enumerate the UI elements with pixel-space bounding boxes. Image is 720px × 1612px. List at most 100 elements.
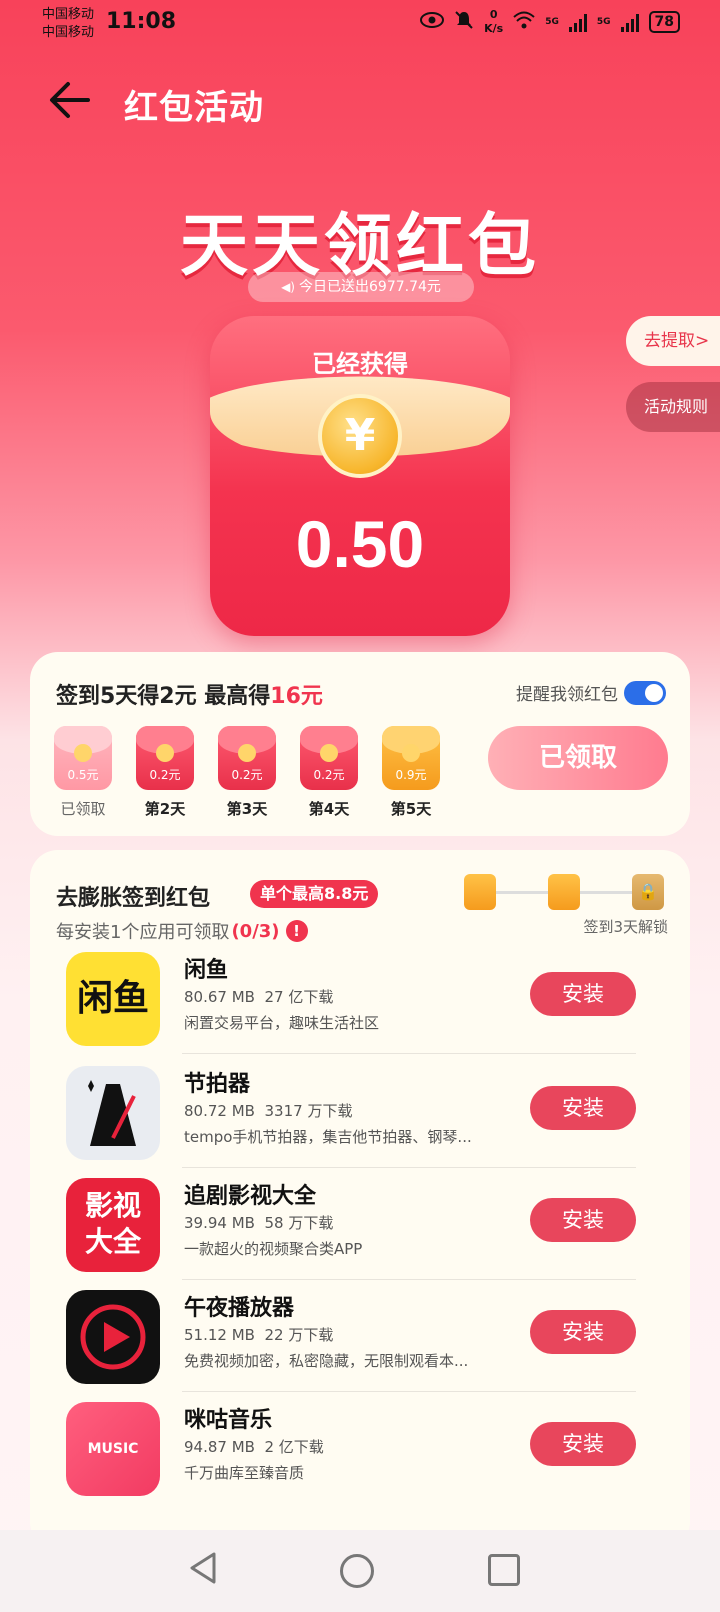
app-name: 追剧影视大全 xyxy=(184,1184,317,1209)
envelope-label: 已经获得 xyxy=(312,350,408,378)
signal-icon-2 xyxy=(620,12,639,32)
app-desc: 免费视频加密，私密隐藏，无限制观看本... xyxy=(184,1352,469,1370)
net-speed-value: 0 xyxy=(489,8,498,21)
step-packet-icon xyxy=(464,874,496,910)
net-speed: 0 K/s xyxy=(484,8,503,36)
day-amount: 0.2元 xyxy=(313,768,345,782)
app-downloads: 2 亿下载 xyxy=(264,1438,324,1456)
claimed-button[interactable]: 已领取 xyxy=(488,726,668,790)
app-name: 节拍器 xyxy=(184,1072,251,1097)
day-label: 第5天 xyxy=(390,800,432,818)
app-downloads: 3317 万下载 xyxy=(264,1102,353,1120)
day-amount: 0.2元 xyxy=(149,768,181,782)
page-title: 红包活动 xyxy=(124,88,264,128)
app-meta: 80.67 MB 27 亿下载 xyxy=(184,986,333,1007)
remind-label: 提醒我领红包 xyxy=(516,685,618,705)
checkin-days: 0.5元 已领取 0.2元 第2天 0.2元 第3天 0.2元 第4天 0.9元… xyxy=(54,726,440,819)
rules-button[interactable]: 活动规则 xyxy=(626,382,720,432)
day-packet: 0.2元 xyxy=(300,726,358,790)
checkin-day-1: 0.5元 已领取 xyxy=(54,726,112,819)
subtitle-text: 每安装1个应用可领取 xyxy=(56,922,230,943)
checkin-day-5: 0.9元 第5天 xyxy=(382,726,440,819)
network-type-2: 5G xyxy=(596,17,611,27)
carrier-labels: 中国移动 中国移动 xyxy=(42,6,94,42)
app-desc: 一款超火的视频聚合类APP xyxy=(184,1240,363,1258)
apps-section-title: 去膨胀签到红包 xyxy=(56,886,211,911)
row-divider xyxy=(182,1279,636,1280)
day-packet: 0.9元 xyxy=(382,726,440,790)
net-speed-unit: K/s xyxy=(484,22,504,35)
install-button[interactable]: 安装 xyxy=(530,1198,636,1242)
install-apps-card: 去膨胀签到红包 单个最高8.8元 每安装1个应用可领取 (0/3) ! 🔒 签到… xyxy=(30,850,690,1550)
day-packet: 0.2元 xyxy=(136,726,194,790)
wifi-icon xyxy=(513,11,535,33)
app-downloads: 27 亿下载 xyxy=(264,988,334,1006)
max-reward-badge: 单个最高8.8元 xyxy=(250,880,379,908)
withdraw-button[interactable]: 去提取> xyxy=(626,316,720,366)
info-alert-icon[interactable]: ! xyxy=(285,920,308,942)
payout-ticker: ◀) 今日已送出6977.74元 xyxy=(248,272,474,302)
carrier-1: 中国移动 xyxy=(42,7,95,22)
day-label: 第3天 xyxy=(226,800,268,818)
step-packet-icon xyxy=(548,874,580,910)
music-app-icon: MUSIC xyxy=(66,1402,160,1496)
app-meta: 51.12 MB 22 万下载 xyxy=(184,1324,333,1345)
app-downloads: 58 万下载 xyxy=(264,1214,334,1232)
app-row-metronome: 节拍器 80.72 MB 3317 万下载 tempo手机节拍器，集吉他节拍器、… xyxy=(62,1058,636,1168)
status-icons: 0 K/s 5G 5G 78 xyxy=(420,8,680,36)
checkin-day-4: 0.2元 第4天 xyxy=(300,726,358,819)
app-meta: 94.87 MB 2 亿下载 xyxy=(184,1436,324,1457)
app-size: 94.87 MB xyxy=(184,1438,255,1456)
install-button[interactable]: 安装 xyxy=(530,1310,636,1354)
app-size: 80.67 MB xyxy=(184,988,255,1006)
back-button[interactable] xyxy=(48,80,98,124)
drama-icon-text: 影视大全 xyxy=(84,1189,141,1258)
earned-amount: 0.50 xyxy=(295,507,425,581)
app-row-drama: 影视大全 追剧影视大全 39.94 MB 58 万下载 一款超火的视频聚合类AP… xyxy=(62,1170,636,1280)
app-size: 80.72 MB xyxy=(184,1102,255,1120)
day-amount: 0.5元 xyxy=(67,768,99,782)
app-meta: 39.94 MB 58 万下载 xyxy=(184,1212,333,1233)
xianyu-app-icon: 闲鱼 xyxy=(66,952,160,1046)
day-label: 已领取 xyxy=(60,800,106,818)
speaker-icon: ◀) xyxy=(281,280,295,294)
yuan-coin-icon: ¥ xyxy=(318,394,402,478)
day-packet: 0.5元 xyxy=(54,726,112,790)
unlock-note: 签到3天解锁 xyxy=(583,918,668,936)
day-amount: 0.2元 xyxy=(231,768,263,782)
day-label: 第4天 xyxy=(308,800,350,818)
day-packet: 0.2元 xyxy=(218,726,276,790)
checkin-day-2: 0.2元 第2天 xyxy=(136,726,194,819)
player-app-icon xyxy=(66,1290,160,1384)
drama-app-icon: 影视大全 xyxy=(66,1178,160,1272)
app-row-migu: MUSIC 咪咕音乐 94.87 MB 2 亿下载 千万曲库至臻音质 安装 xyxy=(62,1394,636,1504)
app-desc: tempo手机节拍器，集吉他节拍器、钢琴... xyxy=(184,1128,472,1146)
nav-recents-icon[interactable] xyxy=(488,1554,520,1586)
row-divider xyxy=(182,1391,636,1392)
checkin-title-highlight: 16元 xyxy=(270,684,323,709)
clock: 11:08 xyxy=(106,9,177,34)
system-nav-bar xyxy=(0,1530,720,1612)
install-button[interactable]: 安装 xyxy=(530,1422,636,1466)
app-row-player: 午夜播放器 51.12 MB 22 万下载 免费视频加密，私密隐藏，无限制观看本… xyxy=(62,1282,636,1392)
checkin-card: 签到5天得2元 最高得16元 提醒我领红包 0.5元 已领取 0.2元 第2天 … xyxy=(30,652,690,836)
ticker-text: 今日已送出6977.74元 xyxy=(299,279,441,295)
mute-bell-icon xyxy=(454,10,474,34)
remind-toggle[interactable] xyxy=(624,680,666,705)
install-button[interactable]: 安装 xyxy=(530,1086,636,1130)
play-icon xyxy=(80,1304,146,1370)
red-envelope: 已经获得 ¥ 0.50 xyxy=(210,316,510,636)
app-name: 闲鱼 xyxy=(184,958,229,983)
app-meta: 80.72 MB 3317 万下载 xyxy=(184,1100,352,1121)
app-size: 39.94 MB xyxy=(184,1214,255,1232)
nav-back-icon[interactable] xyxy=(188,1550,218,1586)
app-name: 咪咕音乐 xyxy=(184,1408,273,1433)
install-progress: (0/3) xyxy=(231,920,280,942)
status-bar: 中国移动 中国移动 11:08 0 K/s 5G 5G 78 xyxy=(0,0,720,48)
checkin-title-prefix: 签到5天得2元 最高得 xyxy=(56,684,271,709)
nav-home-icon[interactable] xyxy=(340,1554,374,1588)
app-desc: 千万曲库至臻音质 xyxy=(184,1464,305,1482)
unlock-steps: 🔒 xyxy=(464,874,664,910)
install-button[interactable]: 安装 xyxy=(530,972,636,1016)
checkin-day-3: 0.2元 第3天 xyxy=(218,726,276,819)
